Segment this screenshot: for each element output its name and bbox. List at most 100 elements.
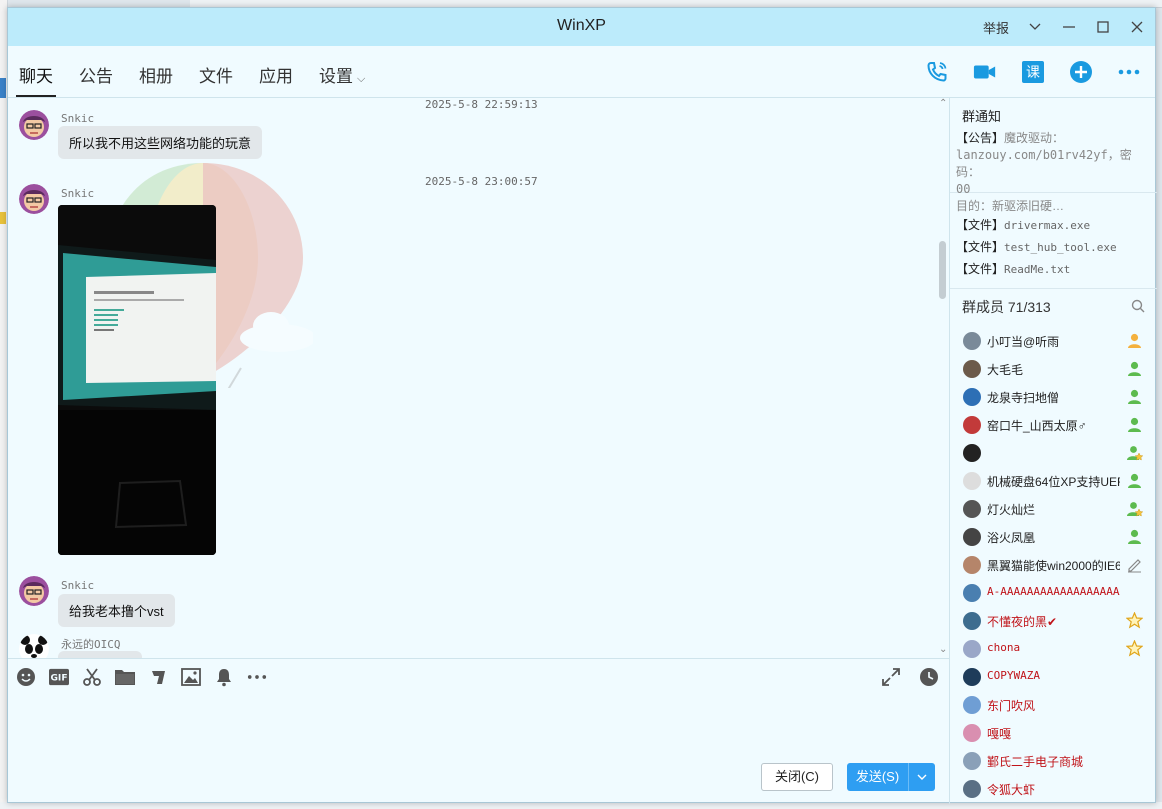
member-avatar[interactable]: [963, 332, 981, 350]
folder-icon[interactable]: [115, 667, 135, 687]
tab-chat[interactable]: 聊天: [16, 62, 56, 97]
member-avatar[interactable]: [963, 360, 981, 378]
edit-icon: [1126, 556, 1143, 573]
member-list[interactable]: 小叮当@听雨 大毛毛 龙泉寺扫地僧 窑口牛_山西太原♂ 机械硬盘64位XP支持UEFI 灯…: [950, 327, 1157, 803]
member-item[interactable]: A-AAAAAAAAAAAAAAAAAAAAAA: [950, 579, 1157, 607]
scroll-up-icon[interactable]: ⌃: [939, 98, 947, 109]
admin-badge-icon: [1126, 472, 1143, 489]
maximize-icon[interactable]: [1095, 19, 1111, 35]
message-input[interactable]: 关闭(C) 发送(S): [8, 696, 949, 804]
member-item[interactable]: 龙泉寺扫地僧: [950, 383, 1157, 411]
tab-announcement[interactable]: 公告: [79, 62, 113, 97]
member-item[interactable]: 大毛毛: [950, 355, 1157, 383]
side-panel: 群通知 【公告】魔改驱动： lanzouy.com/b01rv42yf，密码： …: [949, 98, 1157, 804]
file-item[interactable]: 【文件】test_hub_tool.exe: [950, 238, 1157, 260]
close-button[interactable]: 关闭(C): [761, 763, 833, 791]
member-item[interactable]: [950, 439, 1157, 467]
more-icon[interactable]: [1117, 60, 1141, 84]
member-item[interactable]: 东门吹风: [950, 691, 1157, 719]
member-item[interactable]: 灯火灿烂: [950, 495, 1157, 523]
scroll-down-icon[interactable]: ⌄: [939, 644, 947, 655]
member-name: 黑翼猫能使win2000的IE6: [987, 559, 1120, 573]
search-icon[interactable]: [1131, 299, 1145, 316]
member-avatar[interactable]: [963, 584, 981, 602]
phone-icon[interactable]: [925, 60, 949, 84]
scissors-icon[interactable]: [82, 667, 102, 687]
chevron-down-icon[interactable]: [1027, 19, 1043, 35]
member-avatar[interactable]: [963, 752, 981, 770]
avatar[interactable]: [19, 634, 49, 658]
avatar[interactable]: [19, 110, 49, 140]
bell-icon[interactable]: [214, 667, 234, 687]
member-avatar[interactable]: [963, 724, 981, 742]
member-item[interactable]: 不懂夜的黑✔: [950, 607, 1157, 635]
member-avatar[interactable]: [963, 528, 981, 546]
message-photo[interactable]: [58, 205, 216, 555]
gif-icon[interactable]: GIF: [49, 667, 69, 687]
star-icon: [1125, 639, 1144, 657]
video-call-icon[interactable]: [973, 60, 997, 84]
send-button[interactable]: 发送(S): [847, 763, 935, 791]
member-avatar[interactable]: [963, 388, 981, 406]
message-bubble[interactable]: [58, 651, 142, 658]
notice-title: 群通知: [962, 109, 1002, 124]
emoji-icon[interactable]: [16, 667, 36, 687]
member-avatar[interactable]: [963, 668, 981, 686]
tab-album[interactable]: 相册: [139, 62, 173, 97]
chat-message-area[interactable]: 2025-5-8 22:59:13 Snkic 所以我不用这些网络功能的玩意 2…: [8, 98, 949, 658]
tab-apps[interactable]: 应用: [259, 62, 293, 97]
member-avatar[interactable]: [963, 780, 981, 798]
class-icon[interactable]: 课: [1021, 60, 1045, 84]
close-icon[interactable]: [1129, 19, 1145, 35]
tab-files[interactable]: 文件: [199, 62, 233, 97]
member-item[interactable]: 机械硬盘64位XP支持UEFI: [950, 467, 1157, 495]
music-icon[interactable]: [148, 667, 168, 687]
member-item[interactable]: 窑口牛_山西太原♂: [950, 411, 1157, 439]
member-item[interactable]: 嘎嘎: [950, 719, 1157, 747]
chat-scrollbar[interactable]: ⌃ ⌄: [937, 98, 949, 658]
title-bar[interactable]: WinXP 举报: [8, 8, 1155, 46]
more-icon[interactable]: [247, 667, 267, 687]
member-item[interactable]: COPYWAZA: [950, 663, 1157, 691]
tab-settings[interactable]: 设置 ⌵: [319, 62, 365, 97]
message-bubble[interactable]: 给我老本撸个vst: [58, 594, 175, 627]
send-button-label[interactable]: 发送(S): [847, 763, 909, 791]
minimize-icon[interactable]: [1061, 19, 1077, 35]
gif-icon-label: GIF: [50, 674, 67, 684]
member-avatar[interactable]: [963, 612, 981, 630]
member-avatar[interactable]: [963, 556, 981, 574]
member-avatar[interactable]: [963, 472, 981, 490]
sender-name: 永远的OICQ: [61, 638, 121, 651]
member-item[interactable]: 小叮当@听雨: [950, 327, 1157, 355]
report-button[interactable]: 举报: [983, 18, 1009, 37]
member-avatar[interactable]: [963, 696, 981, 714]
expand-icon[interactable]: [881, 667, 901, 687]
owner-badge-icon: [1126, 332, 1143, 349]
group-chat-window: WinXP 举报 聊天 公告 相册 文件 应用 设置 ⌵ 课 2025-5-8 …: [7, 7, 1157, 804]
image-icon[interactable]: [181, 667, 201, 687]
add-icon[interactable]: [1069, 60, 1093, 84]
avatar[interactable]: [19, 576, 49, 606]
member-item[interactable]: 黑翼猫能使win2000的IE6: [950, 551, 1157, 579]
member-item[interactable]: 令狐大虾: [950, 775, 1157, 803]
notice-text: lanzouy.com/b01rv42yf，密码：: [956, 148, 1132, 179]
chevron-down-icon[interactable]: [909, 763, 935, 791]
admin-star-badge-icon: [1126, 444, 1144, 461]
file-item[interactable]: 【文件】drivermax.exe: [950, 216, 1157, 238]
file-item[interactable]: 【文件】ReadMe.txt: [950, 260, 1157, 282]
admin-badge-icon: [1126, 528, 1143, 545]
member-item[interactable]: 浴火凤凰: [950, 523, 1157, 551]
sender-name: Snkic: [61, 187, 95, 200]
member-item[interactable]: chona: [950, 635, 1157, 663]
history-clock-icon[interactable]: [919, 667, 939, 687]
member-item[interactable]: 鄞氏二手电子商城: [950, 747, 1157, 775]
avatar[interactable]: [19, 184, 49, 214]
group-notice[interactable]: 群通知 【公告】魔改驱动： lanzouy.com/b01rv42yf，密码： …: [950, 98, 1157, 213]
member-avatar[interactable]: [963, 416, 981, 434]
message-bubble[interactable]: 所以我不用这些网络功能的玩意: [58, 126, 263, 159]
member-avatar[interactable]: [963, 500, 981, 518]
member-avatar[interactable]: [963, 640, 981, 658]
scrollbar-thumb[interactable]: [939, 241, 946, 299]
admin-badge-icon: [1126, 416, 1143, 433]
member-avatar[interactable]: [963, 444, 981, 462]
